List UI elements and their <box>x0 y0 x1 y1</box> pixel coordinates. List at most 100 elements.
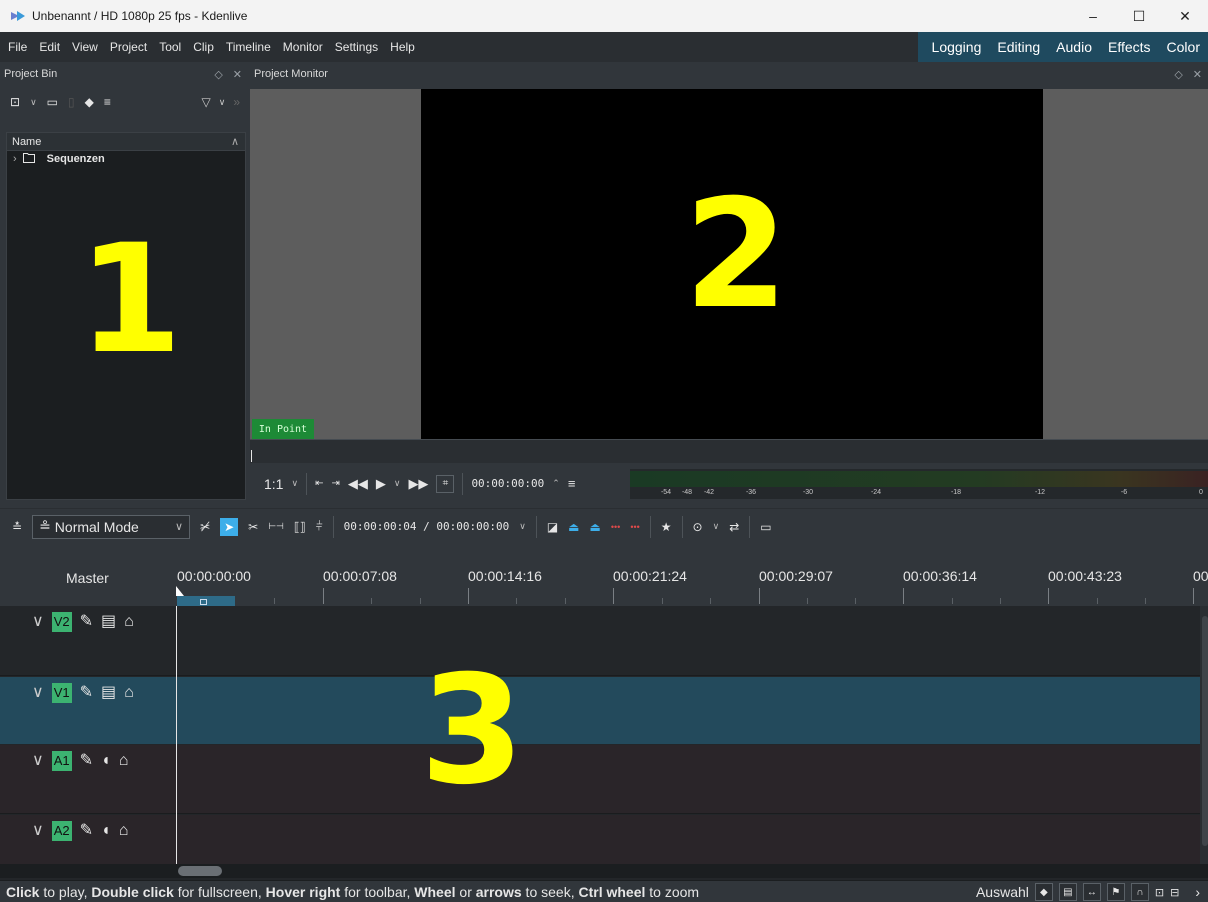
fit-zoom-icon[interactable]: ⌗ <box>436 474 455 493</box>
chevron-down-icon[interactable]: ∨ <box>519 521 526 532</box>
horizontal-scroll-thumb[interactable] <box>178 866 222 876</box>
zoom-level[interactable]: 1:1 <box>264 476 283 492</box>
chevron-down-icon[interactable]: ∨ <box>713 521 720 532</box>
collapse-icon[interactable]: ∨ <box>32 821 44 841</box>
menu-clip[interactable]: Clip <box>187 40 220 54</box>
track-v1[interactable]: ∨ V1 ✎ ▤ ⌂ <box>0 677 1200 744</box>
track-area[interactable] <box>177 745 1200 813</box>
menu-icon[interactable]: ≡ <box>568 476 576 491</box>
timeline-playhead[interactable] <box>176 606 177 864</box>
track-name[interactable]: A2 <box>51 821 72 841</box>
menu-settings[interactable]: Settings <box>329 40 384 54</box>
lift-icon[interactable]: ••• <box>630 522 639 532</box>
layout-editing[interactable]: Editing <box>989 39 1048 55</box>
layout-effects[interactable]: Effects <box>1100 39 1159 55</box>
mixer-icon[interactable]: ⇄ <box>729 520 739 534</box>
menu-file[interactable]: File <box>0 40 33 54</box>
track-a1[interactable]: ∨ A1 ✎ ◖ ⌂ <box>0 745 1200 814</box>
slip-tool-icon[interactable]: ⫩ <box>316 519 323 534</box>
select-tool-icon[interactable]: ➤ <box>220 517 239 536</box>
set-in-point-icon[interactable]: ⇤ <box>315 478 323 489</box>
track-area[interactable] <box>177 677 1200 744</box>
extract-icon[interactable]: ••• <box>611 522 620 532</box>
list-item[interactable]: › Sequenzen <box>7 151 245 167</box>
track-area[interactable] <box>177 815 1200 864</box>
insert-icon[interactable]: ⏏ <box>568 520 579 534</box>
razor-tool-icon[interactable]: ✂ <box>248 520 258 534</box>
thumbnail-icon[interactable]: ▤ <box>1058 883 1077 901</box>
speaker-icon[interactable]: ◖ <box>101 751 111 771</box>
expand-icon[interactable]: › <box>1195 884 1200 900</box>
effects-icon[interactable]: ✎ <box>80 751 93 771</box>
film-icon[interactable]: ▤ <box>101 612 116 632</box>
ripple-tool-icon[interactable]: ⟦⟧ <box>294 520 306 534</box>
preview-render-icon[interactable]: ⊙ <box>693 520 703 534</box>
play-icon[interactable]: ▶ <box>376 476 386 492</box>
subtitle-icon[interactable]: ▭ <box>760 520 771 534</box>
split-view-icon[interactable]: ◪ <box>547 520 558 534</box>
layout-color[interactable]: Color <box>1159 39 1204 55</box>
lock-icon[interactable]: ⌂ <box>124 612 134 632</box>
favorite-icon[interactable]: ★ <box>661 520 672 534</box>
set-out-point-icon[interactable]: ⇥ <box>331 478 339 489</box>
timeline-position[interactable]: 00:00:00:04 / 00:00:00:00 <box>344 520 510 533</box>
marker-icon[interactable]: ⚑ <box>1106 883 1125 901</box>
edit-mode-select[interactable]: ≗ Normal Mode ∨ <box>32 514 191 539</box>
menu-monitor[interactable]: Monitor <box>277 40 329 54</box>
fit-icon[interactable]: ↔ <box>1082 883 1101 901</box>
collapse-icon[interactable]: ∨ <box>32 612 44 632</box>
chevron-down-icon[interactable]: ∨ <box>394 478 401 489</box>
close-panel-icon[interactable]: ✕ <box>233 68 242 81</box>
minimize-button[interactable]: – <box>1070 0 1116 32</box>
zoom-fit-icon[interactable]: ⊡ <box>1155 886 1164 899</box>
float-panel-icon[interactable]: ◇ <box>1174 68 1182 81</box>
timeline-ruler[interactable]: Master 00:00:00:00 00:00:07:08 00:00:14:… <box>0 544 1208 606</box>
multicam-icon[interactable]: ✂̸ <box>200 520 210 534</box>
film-icon[interactable]: ▤ <box>101 683 116 703</box>
vertical-scroll-thumb[interactable] <box>1202 616 1208 846</box>
overwrite-icon[interactable]: ⏏ <box>590 520 601 534</box>
spin-icon[interactable]: ⌃ <box>552 478 560 489</box>
lock-icon[interactable]: ⌂ <box>119 751 129 771</box>
track-a2[interactable]: ∨ A2 ✎ ◖ ⌂ <box>0 815 1200 864</box>
filter-icon[interactable]: ▽ <box>201 95 210 109</box>
speaker-icon[interactable]: ◖ <box>101 821 111 841</box>
monitor-ruler[interactable] <box>250 439 1208 463</box>
playhead-handle[interactable] <box>176 586 184 596</box>
menu-timeline[interactable]: Timeline <box>220 40 277 54</box>
chevron-down-icon[interactable]: ∨ <box>291 478 298 489</box>
menu-edit[interactable]: Edit <box>33 40 66 54</box>
track-name[interactable]: A1 <box>51 751 72 771</box>
track-area[interactable] <box>177 606 1200 675</box>
track-v2[interactable]: ∨ V2 ✎ ▤ ⌂ <box>0 606 1200 676</box>
lock-icon[interactable]: ⌂ <box>124 683 134 703</box>
bin-header[interactable]: Name ∧ <box>7 133 245 151</box>
snap-icon[interactable]: ∩ <box>1130 883 1149 901</box>
maximize-button[interactable]: ☐ <box>1116 0 1162 32</box>
spacer-tool-icon[interactable]: ⊢⊣ <box>268 521 284 532</box>
effects-icon[interactable]: ✎ <box>80 821 93 841</box>
layout-audio[interactable]: Audio <box>1048 39 1100 55</box>
master-label[interactable]: Master <box>66 570 109 586</box>
menu-help[interactable]: Help <box>384 40 421 54</box>
fast-forward-icon[interactable]: ▶▶ <box>408 476 428 492</box>
track-settings-icon[interactable]: ≛ <box>12 520 22 534</box>
add-clip-icon[interactable]: ⊡ <box>10 95 20 109</box>
layout-logging[interactable]: Logging <box>924 39 990 55</box>
close-panel-icon[interactable]: ✕ <box>1193 68 1202 81</box>
new-folder-icon[interactable]: ▭ <box>47 95 58 109</box>
menu-project[interactable]: Project <box>104 40 153 54</box>
track-name[interactable]: V2 <box>51 612 72 632</box>
chevron-down-icon[interactable]: ∨ <box>219 97 226 108</box>
expand-icon[interactable]: › <box>13 153 17 165</box>
tag-icon[interactable]: ◆ <box>85 95 94 109</box>
tag-icon[interactable]: ◆ <box>1034 883 1053 901</box>
collapse-icon[interactable]: ∨ <box>32 683 44 703</box>
menu-icon[interactable]: ≡ <box>104 95 111 109</box>
more-icon[interactable]: » <box>233 95 240 109</box>
close-button[interactable]: ✕ <box>1162 0 1208 32</box>
collapse-icon[interactable]: ∨ <box>32 751 44 771</box>
float-panel-icon[interactable]: ◇ <box>214 68 222 81</box>
effects-icon[interactable]: ✎ <box>80 683 93 703</box>
rewind-icon[interactable]: ◀◀ <box>348 476 368 492</box>
